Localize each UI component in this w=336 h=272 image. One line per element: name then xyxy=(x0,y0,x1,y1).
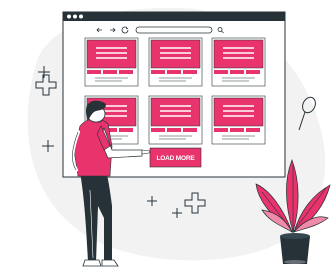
product-card[interactable] xyxy=(211,37,266,87)
window-dot xyxy=(73,14,77,19)
product-card[interactable] xyxy=(148,37,203,87)
scene-svg: LOAD MORE xyxy=(27,7,331,267)
card-tag xyxy=(119,70,133,74)
card-tag xyxy=(230,70,244,74)
card-tag xyxy=(183,70,197,74)
card-tag xyxy=(87,70,101,74)
card-tag xyxy=(151,70,165,74)
window-dot xyxy=(79,14,83,19)
person-shoe xyxy=(101,259,119,267)
window-dot xyxy=(67,14,71,19)
card-tag xyxy=(246,70,260,74)
card-image xyxy=(150,39,201,69)
load-more-label: LOAD MORE xyxy=(157,155,196,162)
card-tag xyxy=(214,128,228,132)
card-tag xyxy=(183,128,197,132)
card-tag xyxy=(246,128,260,132)
card-tag xyxy=(230,128,244,132)
person-shoe xyxy=(82,259,102,267)
card-tag xyxy=(167,128,181,132)
card-tag xyxy=(103,70,117,74)
browser-title-bar xyxy=(63,12,285,21)
card-tag xyxy=(119,128,133,132)
card-image xyxy=(213,97,264,127)
plant-pot xyxy=(280,236,310,264)
product-card[interactable] xyxy=(211,95,266,145)
card-image xyxy=(213,39,264,69)
load-more-button[interactable]: LOAD MORE xyxy=(149,147,202,168)
card-image xyxy=(150,97,201,127)
illustration: LOAD MORE xyxy=(0,0,336,272)
card-tag xyxy=(151,128,165,132)
card-tag xyxy=(214,70,228,74)
card-image xyxy=(86,39,137,69)
product-card[interactable] xyxy=(84,37,139,87)
product-card[interactable] xyxy=(148,95,203,145)
card-tag xyxy=(167,70,181,74)
